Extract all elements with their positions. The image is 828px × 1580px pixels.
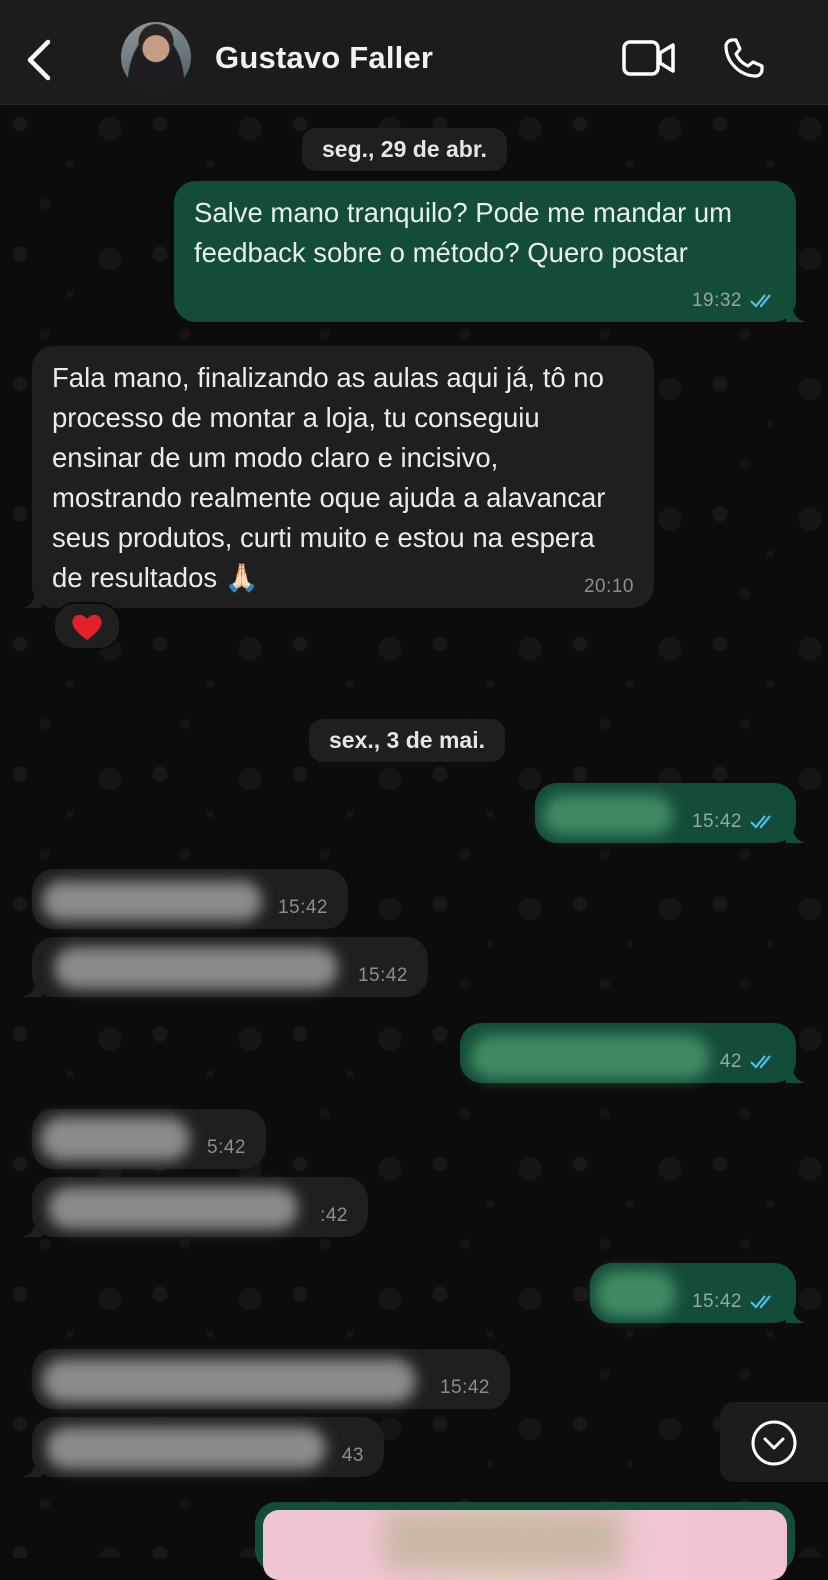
blurred-message-text: [54, 947, 338, 989]
message-time: 15:42: [357, 965, 408, 986]
date-separator: seg., 29 de abr.: [302, 128, 507, 171]
message-bubble-outgoing[interactable]: 42: [460, 1023, 806, 1083]
message-bubble-incoming[interactable]: 15:42: [22, 937, 428, 997]
message-text: Salve mano tranquilo? Pode me mandar um …: [194, 197, 733, 268]
blurred-message-text: [48, 1187, 298, 1229]
message-bubble-outgoing[interactable]: 15:42: [590, 1263, 806, 1323]
bubble-tail: [22, 1217, 42, 1237]
double-check-read-icon: [750, 294, 771, 308]
video-call-button[interactable]: [622, 39, 676, 77]
chevron-down-circle-icon: [751, 1420, 797, 1466]
message-time: 43: [341, 1445, 364, 1466]
bubble-tail: [22, 977, 42, 997]
reaction-badge[interactable]: [53, 602, 121, 650]
message-time: :42: [320, 1205, 348, 1226]
message-bubble-incoming[interactable]: 15:42: [32, 1349, 510, 1409]
heart-icon: [72, 614, 102, 640]
message-bubble-incoming[interactable]: :42: [22, 1177, 368, 1237]
blurred-message-text: [40, 1117, 190, 1161]
blurred-message-text: [596, 1271, 676, 1317]
bubble-tail: [786, 823, 806, 843]
message-time: 5:42: [207, 1137, 246, 1158]
message-time: 42: [719, 1051, 742, 1072]
image-message[interactable]: [255, 1502, 795, 1580]
chat-header: Gustavo Faller: [0, 0, 828, 105]
message-time: 20:10: [583, 576, 634, 597]
message-bubble-incoming[interactable]: 5:42: [32, 1109, 266, 1169]
message-time: 19:32: [691, 290, 742, 311]
blurred-message-text: [42, 881, 262, 921]
blurred-message-text: [470, 1035, 710, 1079]
phone-icon: [724, 38, 764, 78]
contact-avatar[interactable]: [121, 22, 191, 92]
double-check-read-icon: [750, 1295, 771, 1309]
image-thumbnail[interactable]: [263, 1510, 787, 1580]
date-separator: sex., 3 de mai.: [309, 719, 505, 762]
blurred-message-text: [42, 1359, 416, 1403]
bubble-tail: [786, 302, 806, 322]
bubble-tail: [786, 1303, 806, 1323]
message-time: 15:42: [277, 897, 328, 918]
video-camera-icon: [622, 40, 675, 76]
message-bubble-incoming[interactable]: 43: [22, 1417, 384, 1477]
back-button[interactable]: [22, 38, 58, 82]
double-check-read-icon: [750, 1055, 771, 1069]
message-time: 15:42: [691, 1291, 742, 1312]
message-text: Fala mano, finalizando as aulas aqui já,…: [52, 362, 606, 593]
bubble-tail: [22, 1457, 42, 1477]
message-time: 15:42: [439, 1377, 490, 1398]
contact-name[interactable]: Gustavo Faller: [215, 40, 433, 76]
message-time: 15:42: [691, 811, 742, 832]
voice-call-button[interactable]: [722, 36, 766, 80]
bubble-tail: [786, 1063, 806, 1083]
message-bubble-outgoing[interactable]: 15:42: [535, 783, 806, 843]
bubble-tail: [22, 588, 42, 608]
chevron-left-icon: [27, 39, 51, 81]
blurred-message-text: [46, 1427, 326, 1469]
message-bubble-outgoing[interactable]: Salve mano tranquilo? Pode me mandar um …: [174, 181, 806, 322]
message-bubble-incoming[interactable]: Fala mano, finalizando as aulas aqui já,…: [22, 346, 654, 608]
double-check-read-icon: [750, 815, 771, 829]
scroll-to-bottom-button[interactable]: [720, 1402, 828, 1482]
blurred-message-text: [543, 795, 673, 835]
message-bubble-incoming[interactable]: 15:42: [32, 869, 348, 929]
